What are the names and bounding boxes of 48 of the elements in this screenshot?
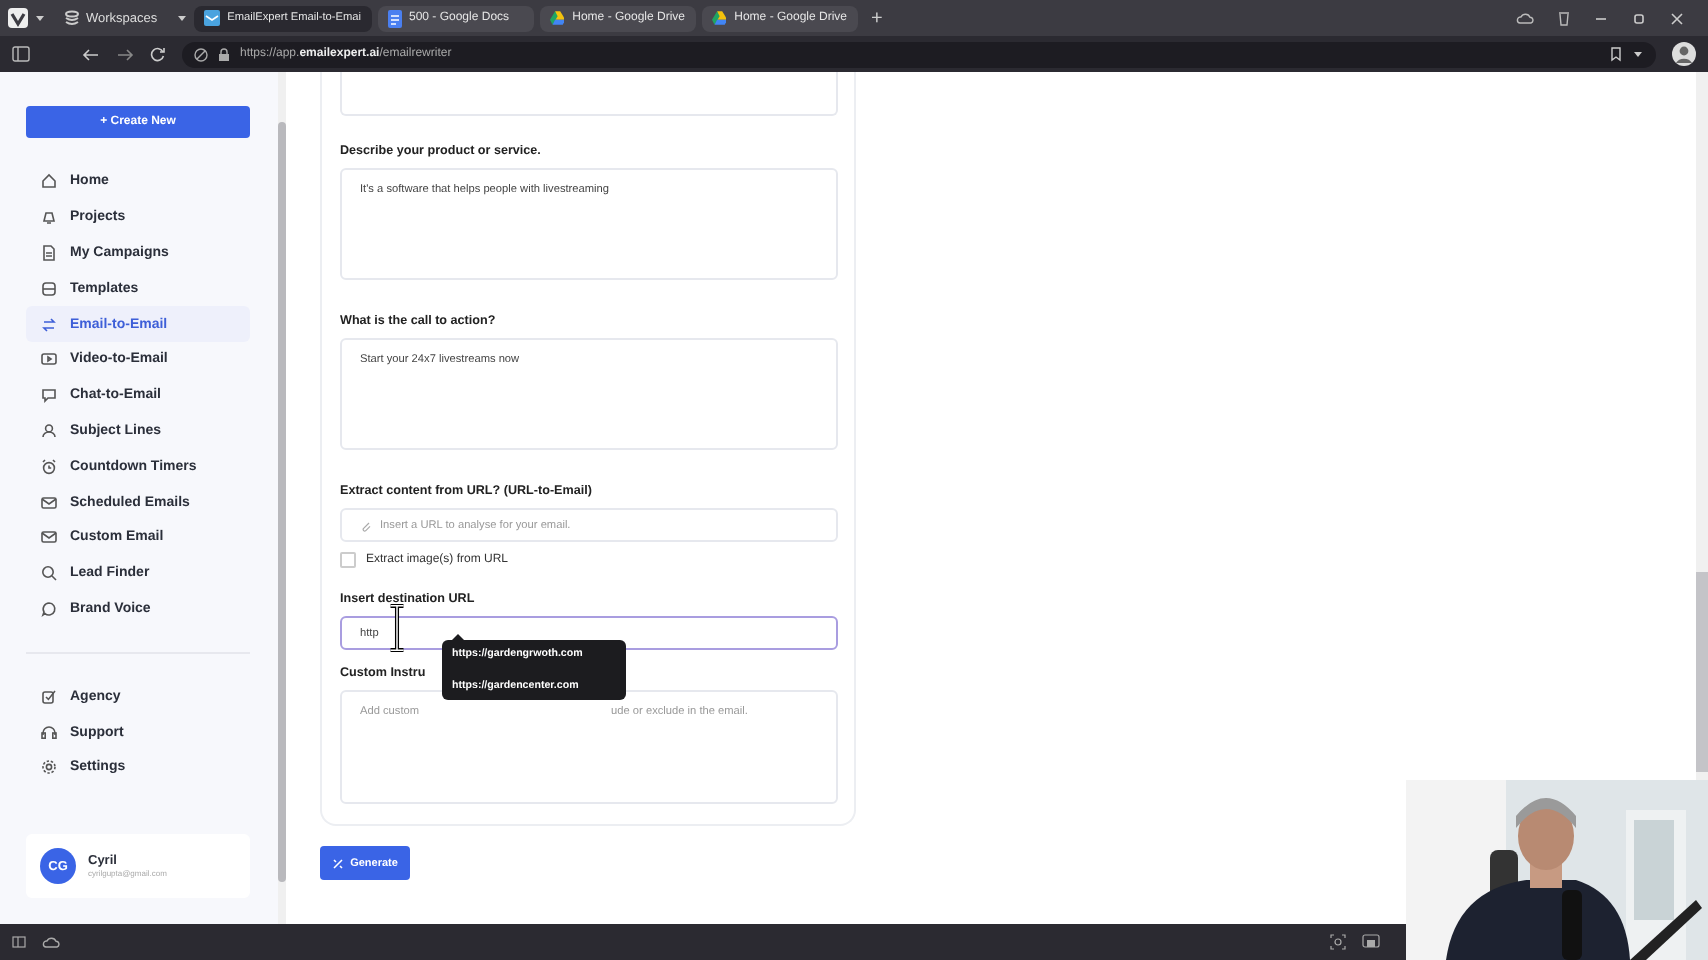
close-icon[interactable] [1670, 11, 1684, 25]
reload-icon[interactable] [150, 46, 166, 62]
new-tab-button[interactable]: + [863, 7, 891, 29]
document-icon [387, 9, 401, 27]
caret-icon[interactable] [175, 12, 188, 24]
back-icon[interactable] [82, 47, 100, 61]
sparkle-icon [332, 857, 345, 869]
forward-icon[interactable] [116, 47, 134, 61]
shield-icon[interactable] [194, 47, 208, 61]
swap-icon [40, 315, 58, 334]
restore-icon[interactable] [1632, 11, 1646, 25]
envelope-icon [40, 493, 58, 512]
triangle-icon [549, 10, 565, 26]
tray-icon [40, 279, 58, 298]
scrollbar-thumb[interactable] [278, 122, 286, 882]
caret-icon[interactable] [34, 12, 46, 24]
cloud-icon[interactable] [42, 936, 60, 948]
search-icon [40, 564, 58, 583]
profile-icon[interactable] [1672, 42, 1696, 66]
people-icon [40, 421, 58, 440]
chat-icon [40, 386, 58, 405]
display-icon[interactable] [1362, 934, 1380, 950]
bookmark-icon[interactable] [1610, 46, 1622, 62]
sidebar-toggle-icon[interactable] [12, 46, 30, 62]
checkbox[interactable] [340, 552, 356, 568]
triangle-icon [711, 10, 727, 26]
badge-icon [40, 687, 58, 706]
video-icon [40, 350, 58, 369]
cloud-icon[interactable] [1516, 12, 1534, 24]
browser-logo-icon[interactable] [8, 8, 28, 28]
bell-icon [40, 208, 58, 227]
alarm-clock-icon [40, 457, 58, 476]
stack-icon [64, 10, 80, 26]
capture-icon[interactable] [1330, 934, 1346, 950]
lock-icon[interactable] [218, 47, 230, 61]
gear-icon [40, 758, 58, 777]
house-icon [40, 172, 58, 191]
chat-bubble-icon [40, 599, 58, 618]
scrollbar-thumb[interactable] [1696, 572, 1708, 772]
text-cursor-icon [388, 604, 406, 652]
panel-icon[interactable] [12, 936, 26, 948]
paperclip-icon [360, 519, 372, 531]
caret-icon[interactable] [1632, 48, 1644, 60]
document-icon [40, 243, 58, 262]
headset-icon [40, 723, 58, 742]
trash-icon[interactable] [1558, 10, 1570, 26]
envelope-icon [40, 528, 58, 547]
envelope-icon [203, 10, 220, 26]
